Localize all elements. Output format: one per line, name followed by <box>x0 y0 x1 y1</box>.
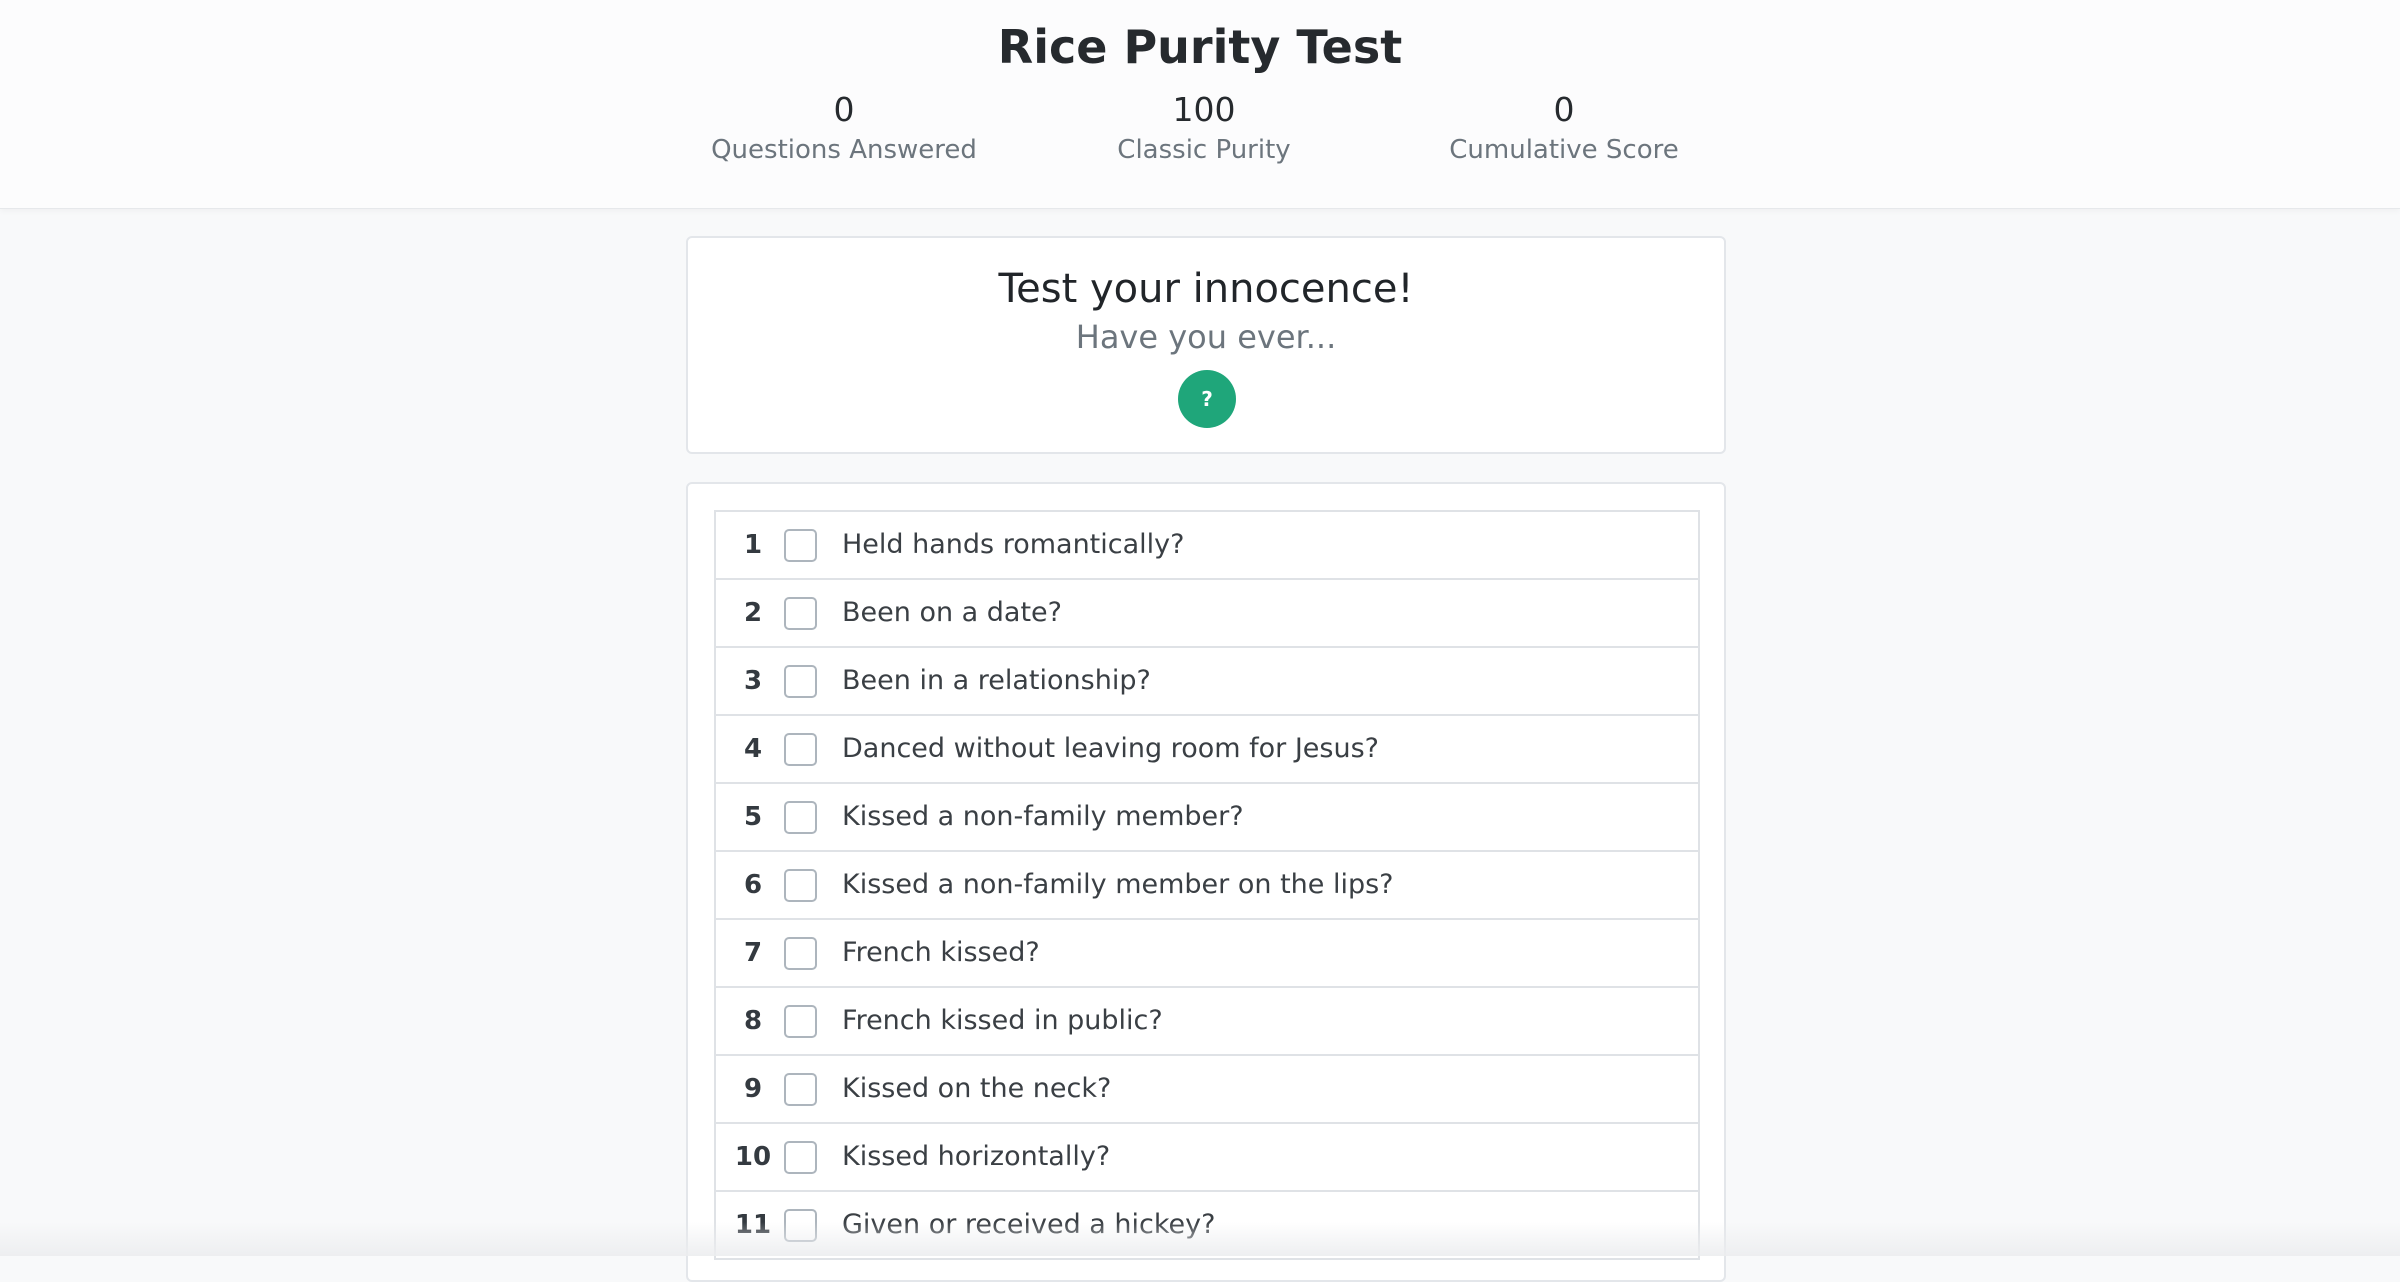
question-number: 1 <box>743 530 763 560</box>
question-row[interactable]: 4 Danced without leaving room for Jesus? <box>716 716 1698 784</box>
question-number: 6 <box>743 870 763 900</box>
question-checkbox[interactable] <box>784 733 817 766</box>
question-row[interactable]: 10 Kissed horizontally? <box>716 1124 1698 1192</box>
question-number: 5 <box>743 802 763 832</box>
question-number: 3 <box>743 666 763 696</box>
question-checkbox[interactable] <box>784 937 817 970</box>
cumulative-score-value: 0 <box>1553 90 1575 129</box>
page-title: Rice Purity Test <box>997 20 1403 74</box>
question-number: 9 <box>743 1074 763 1104</box>
classic-purity-value: 100 <box>1172 90 1236 129</box>
question-row[interactable]: 9 Kissed on the neck? <box>716 1056 1698 1124</box>
question-checkbox[interactable] <box>784 665 817 698</box>
question-row[interactable]: 1 Held hands romantically? <box>716 512 1698 580</box>
intro-card: Test your innocence! Have you ever... ? <box>686 236 1726 454</box>
question-text: Kissed a non-family member? <box>842 801 1244 832</box>
question-checkbox[interactable] <box>784 597 817 630</box>
stat-classic-purity: 100 Classic Purity <box>1024 90 1384 165</box>
question-text: Been in a relationship? <box>842 665 1151 696</box>
question-number: 10 <box>734 1142 772 1172</box>
question-checkbox[interactable] <box>784 801 817 834</box>
question-row[interactable]: 8 French kissed in public? <box>716 988 1698 1056</box>
question-checkbox[interactable] <box>784 1073 817 1106</box>
question-row[interactable]: 5 Kissed a non-family member? <box>716 784 1698 852</box>
help-button[interactable]: ? <box>1178 370 1236 428</box>
question-text: French kissed in public? <box>842 1005 1163 1036</box>
stat-cumulative-score: 0 Cumulative Score <box>1384 90 1744 165</box>
questions-card: 1 Held hands romantically? 2 Been on a date… <box>686 482 1726 1282</box>
question-checkbox[interactable] <box>784 529 817 562</box>
question-number: 2 <box>743 598 763 628</box>
questions-answered-value: 0 <box>833 90 855 129</box>
intro-title: Test your innocence! <box>998 266 1414 312</box>
page-header: Rice Purity Test 0 Questions Answered 10… <box>0 0 2400 209</box>
question-list: 1 Held hands romantically? 2 Been on a date… <box>714 510 1700 1260</box>
question-text: Kissed on the neck? <box>842 1073 1112 1104</box>
question-text: Kissed horizontally? <box>842 1141 1111 1172</box>
question-checkbox[interactable] <box>784 869 817 902</box>
intro-subtitle: Have you ever... <box>1075 318 1337 356</box>
question-text: Kissed a non-family member on the lips? <box>842 869 1394 900</box>
question-row[interactable]: 3 Been in a relationship? <box>716 648 1698 716</box>
question-row[interactable]: 6 Kissed a non-family member on the lips? <box>716 852 1698 920</box>
question-number: 4 <box>743 734 763 764</box>
question-checkbox[interactable] <box>784 1141 817 1174</box>
question-number: 7 <box>743 938 763 968</box>
stat-questions-answered: 0 Questions Answered <box>664 90 1024 165</box>
question-row[interactable]: 7 French kissed? <box>716 920 1698 988</box>
classic-purity-label: Classic Purity <box>1117 135 1291 165</box>
question-number: 8 <box>743 1006 763 1036</box>
question-text: French kissed? <box>842 937 1040 968</box>
bottom-fade <box>0 1222 2400 1256</box>
question-row[interactable]: 2 Been on a date? <box>716 580 1698 648</box>
questions-answered-label: Questions Answered <box>711 135 977 165</box>
cumulative-score-label: Cumulative Score <box>1449 135 1679 165</box>
question-text: Danced without leaving room for Jesus? <box>842 733 1379 764</box>
question-text: Held hands romantically? <box>842 529 1185 560</box>
question-checkbox[interactable] <box>784 1005 817 1038</box>
question-text: Been on a date? <box>842 597 1062 628</box>
